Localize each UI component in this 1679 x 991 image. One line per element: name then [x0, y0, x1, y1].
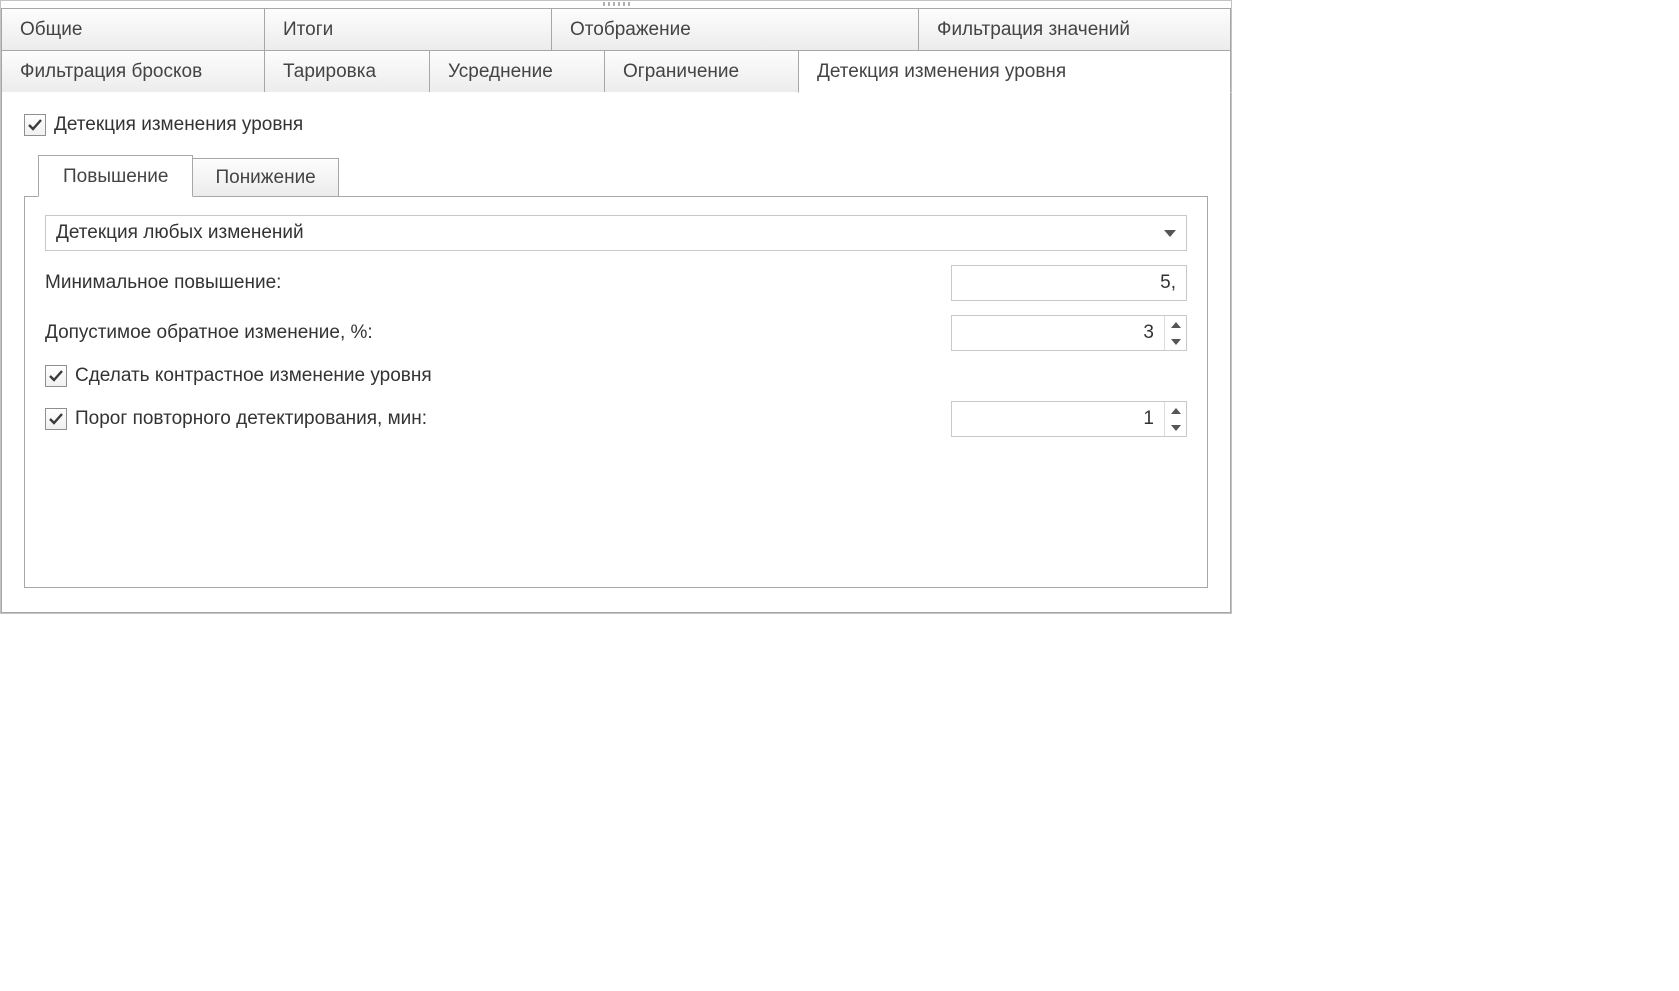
- spin-up-button[interactable]: [1165, 402, 1186, 419]
- allowed-reverse-row: Допустимое обратное изменение, %: 3: [45, 315, 1187, 351]
- spinner-buttons: [1164, 316, 1186, 350]
- tab-label: Детекция изменения уровня: [817, 61, 1066, 82]
- repeat-threshold-checkbox[interactable]: [45, 408, 67, 430]
- allowed-reverse-label: Допустимое обратное изменение, %:: [45, 322, 373, 344]
- tab-label: Отображение: [570, 19, 691, 40]
- check-icon: [48, 368, 64, 384]
- tab-label: Фильтрация значений: [937, 19, 1130, 40]
- allowed-reverse-value: 3: [952, 316, 1164, 350]
- tab-display[interactable]: Отображение: [551, 8, 919, 51]
- enable-detection-checkbox[interactable]: [24, 114, 46, 136]
- outer-tab-row-1: Общие Итоги Отображение Фильтрация значе…: [1, 8, 1231, 51]
- settings-panel: Общие Итоги Отображение Фильтрация значе…: [0, 0, 1232, 614]
- tab-label: Итоги: [283, 19, 333, 40]
- tab-averaging[interactable]: Усреднение: [429, 50, 605, 93]
- repeat-threshold-check-row: Порог повторного детектирования, мин:: [45, 408, 427, 430]
- repeat-threshold-label: Порог повторного детектирования, мин:: [75, 408, 427, 430]
- allowed-reverse-spinner[interactable]: 3: [951, 315, 1187, 351]
- tab-limiting[interactable]: Ограничение: [604, 50, 799, 93]
- tab-level-change-detection[interactable]: Детекция изменения уровня: [798, 50, 1231, 93]
- repeat-threshold-value: 1: [952, 402, 1164, 436]
- tab-label: Тарировка: [283, 61, 376, 82]
- detection-mode-combo[interactable]: Детекция любых изменений: [45, 215, 1187, 251]
- tab-spike-filter[interactable]: Фильтрация бросков: [1, 50, 265, 93]
- tab-calibration[interactable]: Тарировка: [264, 50, 430, 93]
- chevron-down-icon: [1164, 230, 1176, 237]
- tab-label: Повышение: [63, 166, 168, 187]
- combo-value: Детекция любых изменений: [56, 222, 304, 244]
- caret-up-icon: [1171, 322, 1181, 328]
- check-icon: [27, 117, 43, 133]
- tab-decrease[interactable]: Понижение: [192, 158, 338, 197]
- direction-tabstrip: Повышение Понижение: [24, 158, 1208, 197]
- min-raise-input[interactable]: 5,: [951, 265, 1187, 301]
- tab-totals[interactable]: Итоги: [264, 8, 552, 51]
- caret-down-icon: [1171, 339, 1181, 345]
- caret-down-icon: [1171, 425, 1181, 431]
- tab-common[interactable]: Общие: [1, 8, 265, 51]
- caret-up-icon: [1171, 408, 1181, 414]
- contrast-label: Сделать контрастное изменение уровня: [75, 365, 432, 387]
- min-raise-label: Минимальное повышение:: [45, 272, 281, 294]
- direction-tab-control: Повышение Понижение Детекция любых измен…: [24, 158, 1208, 588]
- contrast-row: Сделать контрастное изменение уровня: [45, 365, 1187, 387]
- outer-tab-row-2: Фильтрация бросков Тарировка Усреднение …: [1, 50, 1231, 93]
- contrast-checkbox[interactable]: [45, 365, 67, 387]
- spin-down-button[interactable]: [1165, 333, 1186, 350]
- repeat-threshold-row: Порог повторного детектирования, мин: 1: [45, 401, 1187, 437]
- tab-increase[interactable]: Повышение: [38, 155, 193, 197]
- repeat-threshold-spinner[interactable]: 1: [951, 401, 1187, 437]
- spinner-buttons: [1164, 402, 1186, 436]
- tab-label: Понижение: [215, 167, 315, 188]
- drag-grip[interactable]: [1, 1, 1231, 8]
- spin-down-button[interactable]: [1165, 419, 1186, 436]
- tab-label: Фильтрация бросков: [20, 61, 202, 82]
- enable-detection-row: Детекция изменения уровня: [24, 114, 1208, 136]
- tab-label: Усреднение: [448, 61, 553, 82]
- increase-page: Детекция любых изменений Минимальное пов…: [24, 196, 1208, 588]
- tab-page-level-detection: Детекция изменения уровня Повышение Пони…: [1, 92, 1231, 613]
- min-raise-value: 5,: [1160, 272, 1176, 294]
- check-icon: [48, 411, 64, 427]
- tab-value-filter[interactable]: Фильтрация значений: [918, 8, 1231, 51]
- spin-up-button[interactable]: [1165, 316, 1186, 333]
- min-raise-row: Минимальное повышение: 5,: [45, 265, 1187, 301]
- tab-label: Общие: [20, 19, 82, 40]
- enable-detection-label: Детекция изменения уровня: [54, 114, 303, 136]
- tab-label: Ограничение: [623, 61, 739, 82]
- outer-tab-control: Общие Итоги Отображение Фильтрация значе…: [1, 8, 1231, 613]
